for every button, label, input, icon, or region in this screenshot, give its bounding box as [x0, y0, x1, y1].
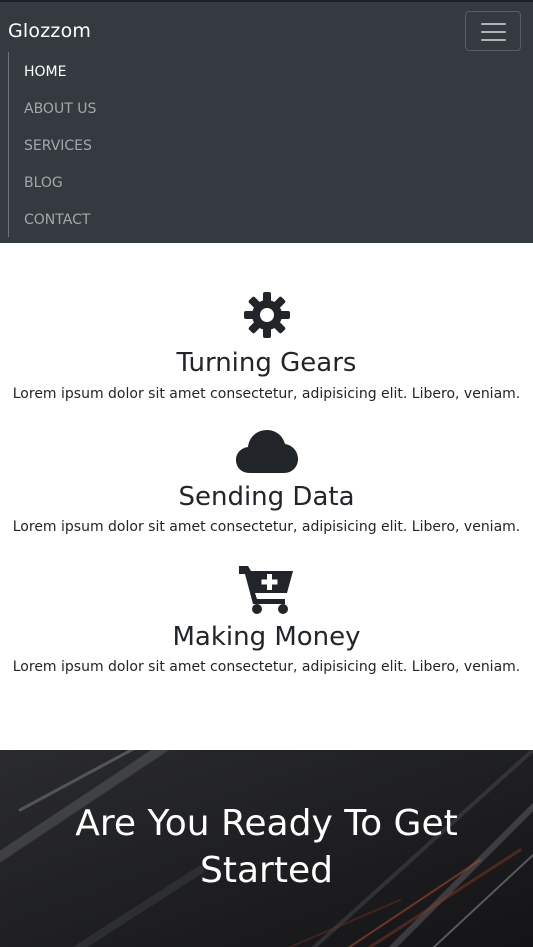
nav-item-home: HOME	[9, 52, 208, 89]
nav-link-blog[interactable]: BLOG	[24, 175, 63, 191]
feature-title: Turning Gears	[176, 348, 357, 378]
cta-section: Are You Ready To Get Started	[0, 750, 533, 947]
feature-turning-gears: Turning Gears Lorem ipsum dolor sit amet…	[0, 291, 533, 404]
nav-link-about-us[interactable]: ABOUT US	[24, 101, 96, 117]
cta-heading: Are You Ready To Get Started	[75, 803, 458, 891]
navbar-toggler-button[interactable]	[465, 11, 521, 51]
feature-text: Lorem ipsum dolor sit amet consectetur, …	[12, 519, 521, 535]
feature-sending-data: Sending Data Lorem ipsum dolor sit amet …	[0, 429, 533, 537]
nav-item-contact: CONTACT	[9, 200, 208, 237]
nav-item-blog: BLOG	[9, 163, 208, 200]
cloud-icon	[235, 430, 298, 473]
cart-plus-icon	[238, 566, 293, 614]
feature-text: Lorem ipsum dolor sit amet consectetur, …	[12, 386, 521, 402]
feature-title: Sending Data	[178, 482, 355, 512]
nav-link-home[interactable]: HOME	[24, 64, 66, 80]
features-section: Turning Gears Lorem ipsum dolor sit amet…	[0, 243, 533, 750]
brand-logo[interactable]: Glozzom	[8, 19, 91, 43]
navbar: Glozzom HOME ABOUT US SERVICES BLOG CONT…	[0, 0, 533, 243]
nav-link-services[interactable]: SERVICES	[24, 138, 92, 154]
feature-making-money: Making Money Lorem ipsum dolor sit amet …	[0, 564, 533, 677]
nav-item-services: SERVICES	[9, 126, 208, 163]
nav-link-contact[interactable]: CONTACT	[24, 212, 90, 228]
feature-text: Lorem ipsum dolor sit amet consectetur, …	[12, 659, 521, 675]
nav-menu: HOME ABOUT US SERVICES BLOG CONTACT	[8, 52, 208, 237]
feature-title: Making Money	[172, 622, 361, 652]
nav-item-about: ABOUT US	[9, 89, 208, 126]
gear-icon	[243, 292, 290, 338]
